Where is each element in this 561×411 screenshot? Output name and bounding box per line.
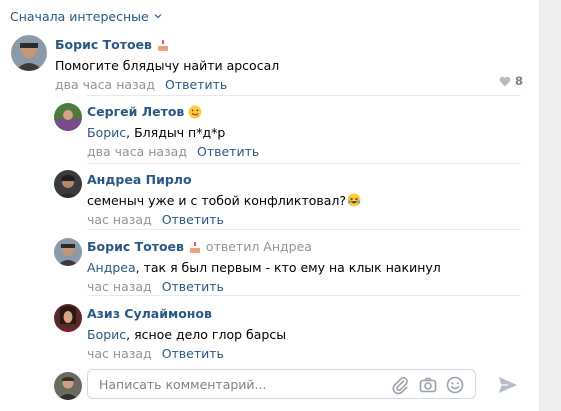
comment-input[interactable]: Написать комментарий... [87,369,476,399]
comment-author[interactable]: Борис Тотоев ответил Андреа [87,239,441,255]
paperclip-icon[interactable] [390,375,410,395]
like-button[interactable]: 8 [499,74,523,88]
like-count: 8 [515,74,524,88]
laughing-emoji-icon [347,193,361,207]
avatar[interactable] [54,304,82,332]
sort-selector[interactable]: Сначала интересные [10,8,162,24]
comment-time[interactable]: час назад [87,212,152,227]
reply-link[interactable]: Ответить [162,346,224,361]
mention-link[interactable]: Андреа [87,260,136,275]
divider [87,95,521,96]
reply-link[interactable]: Ответить [165,77,227,92]
reply-link[interactable]: Ответить [162,212,224,227]
chevron-down-icon [154,14,162,19]
comment-author[interactable]: Борис Тотоев [55,37,279,53]
sort-label: Сначала интересные [10,8,149,24]
avatar[interactable] [54,170,82,198]
comment-text: Борис, Блядыч п*д*р [87,125,226,140]
current-user-avatar[interactable] [54,372,82,400]
heart-icon [499,76,511,86]
avatar[interactable] [54,238,82,266]
divider [87,295,521,296]
cake-emoji-icon [189,242,200,253]
comment-time[interactable]: два часа назад [55,77,155,92]
comment-time[interactable]: два часа назад [87,144,187,159]
comment-author[interactable]: Сергей Летов [87,104,259,120]
cake-emoji-icon [157,40,168,51]
mention-link[interactable]: Борис [87,125,126,140]
comment-time[interactable]: час назад [87,346,152,361]
tongue-face-emoji-icon [188,105,202,119]
comment-time[interactable]: час назад [87,279,152,294]
comment-input-placeholder: Написать комментарий... [99,377,267,392]
comment-text: Андреа, так я был первым - кто ему на кл… [87,260,441,275]
page-side-strip [540,0,561,411]
camera-icon[interactable] [418,375,438,395]
comment-text: Помогите блядычу найти арсосал [55,58,280,73]
avatar[interactable] [54,103,82,131]
reply-link[interactable]: Ответить [197,144,259,159]
comment-author[interactable]: Андреа Пирло [87,172,361,188]
divider [87,229,521,230]
comment-text: семеныч уже и с тобой конфликтовал? [87,192,361,209]
divider [87,163,521,164]
replied-to-label: ответил Андреа [205,239,312,254]
avatar[interactable] [11,35,47,71]
mention-link[interactable]: Борис [87,327,126,342]
replied-to-name[interactable]: Андреа [263,239,312,254]
comment-author[interactable]: Азиз Сулаймонов [87,306,286,322]
comment-text: Борис, ясное дело глор барсы [87,327,287,342]
emoji-smile-icon[interactable] [445,375,465,395]
reply-link[interactable]: Ответить [162,279,224,294]
send-icon[interactable] [497,374,519,396]
